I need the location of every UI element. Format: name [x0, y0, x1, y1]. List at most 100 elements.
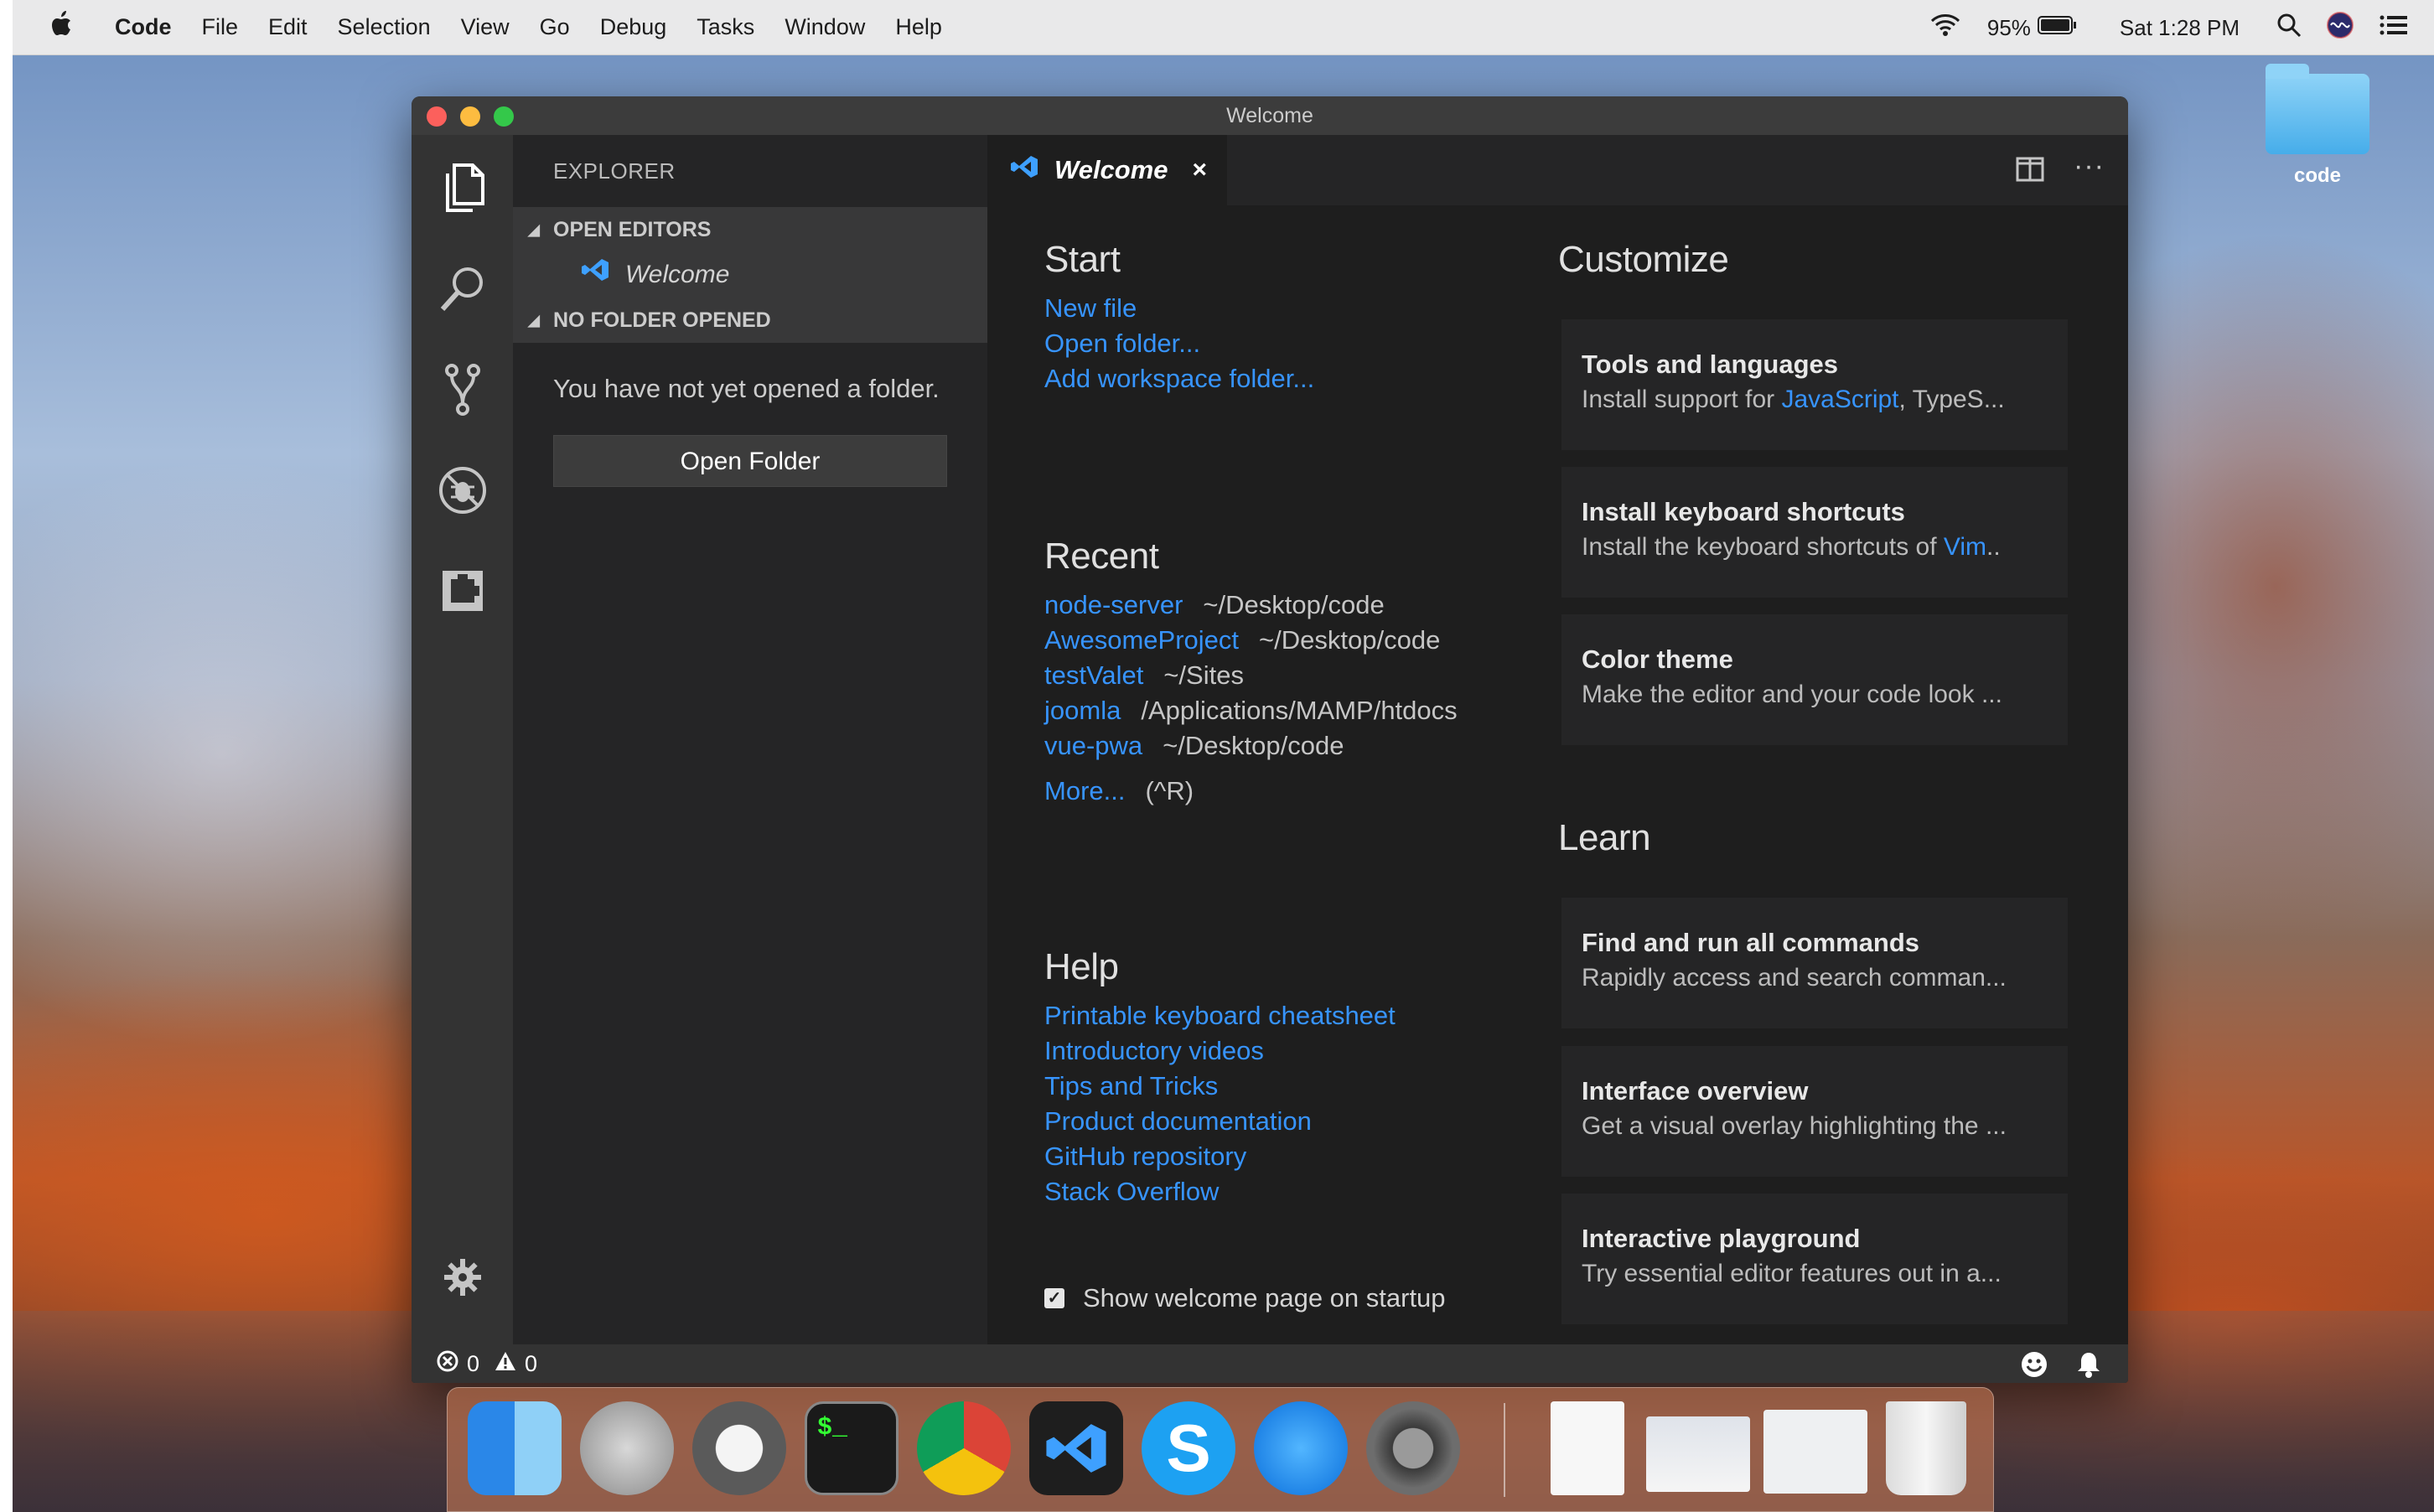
- menu-help[interactable]: Help: [895, 14, 942, 40]
- close-window-button[interactable]: [427, 106, 447, 127]
- open-folder-button[interactable]: Open Folder: [553, 435, 947, 487]
- xml-document-icon[interactable]: [1551, 1401, 1624, 1495]
- warning-count[interactable]: 0: [525, 1351, 537, 1377]
- card-description: Get a visual overlay highlighting the ..…: [1582, 1112, 2007, 1140]
- system-preferences-gear-icon[interactable]: [1366, 1401, 1460, 1495]
- menu-debug[interactable]: Debug: [600, 14, 667, 40]
- apple-menu-icon[interactable]: [48, 10, 73, 45]
- keyboard-cheatsheet-link[interactable]: Printable keyboard cheatsheet: [1044, 998, 1396, 1033]
- feedback-smiley-icon[interactable]: [2021, 1351, 2048, 1383]
- battery-icon[interactable]: [2037, 15, 2078, 41]
- vim-link[interactable]: Vim: [1944, 533, 1986, 561]
- card-description: Try essential editor features out in a..…: [1582, 1260, 2002, 1287]
- sequel-pro-elephant-icon[interactable]: [692, 1401, 786, 1495]
- zoom-window-button[interactable]: [494, 106, 514, 127]
- terminal-icon[interactable]: $_: [805, 1401, 899, 1495]
- introductory-videos-link[interactable]: Introductory videos: [1044, 1033, 1396, 1069]
- tips-and-tricks-link[interactable]: Tips and Tricks: [1044, 1069, 1396, 1104]
- customize-card-keyboard-shortcuts[interactable]: Install keyboard shortcuts Install the k…: [1561, 467, 2068, 598]
- show-on-startup-checkbox-row[interactable]: ✓ Show welcome page on startup: [1044, 1283, 1446, 1313]
- recent-item-name[interactable]: vue-pwa: [1044, 731, 1142, 760]
- warnings-icon[interactable]: [495, 1351, 516, 1377]
- battery-percent[interactable]: 95%: [1987, 15, 2031, 41]
- new-file-link[interactable]: New file: [1044, 291, 1314, 326]
- recent-item-name[interactable]: joomla: [1044, 696, 1121, 725]
- desktop-folder-code[interactable]: code: [2263, 64, 2372, 188]
- vscode-dock-icon[interactable]: [1029, 1401, 1123, 1495]
- github-repository-link[interactable]: GitHub repository: [1044, 1139, 1396, 1174]
- recent-item-name[interactable]: AwesomeProject: [1044, 625, 1239, 655]
- wifi-icon[interactable]: [1929, 13, 1962, 44]
- chrome-icon[interactable]: [917, 1401, 1011, 1495]
- screenshot-document-icon[interactable]: [1646, 1416, 1750, 1492]
- menu-app-name[interactable]: Code: [115, 14, 172, 40]
- collapse-triangle-icon[interactable]: ◢: [528, 207, 540, 252]
- menu-tasks[interactable]: Tasks: [697, 14, 754, 40]
- open-folder-link[interactable]: Open folder...: [1044, 326, 1314, 361]
- trash-icon[interactable]: [1886, 1401, 1966, 1495]
- start-heading: Start: [1044, 239, 1121, 280]
- recent-item-name[interactable]: node-server: [1044, 590, 1183, 619]
- siri-icon[interactable]: [2327, 11, 2354, 44]
- minimize-window-button[interactable]: [460, 106, 480, 127]
- card-title: Install keyboard shortcuts: [1582, 497, 1905, 526]
- extensions-icon[interactable]: [412, 541, 513, 641]
- menu-selection[interactable]: Selection: [338, 14, 431, 40]
- recent-item-path: ~/Desktop/code: [1163, 731, 1344, 760]
- debug-icon[interactable]: [412, 440, 513, 541]
- explorer-files-icon[interactable]: [412, 138, 513, 239]
- open-editor-item-welcome[interactable]: Welcome: [513, 252, 987, 298]
- show-on-startup-checkbox[interactable]: ✓: [1044, 1288, 1064, 1308]
- finder-icon[interactable]: [468, 1401, 562, 1495]
- recent-item[interactable]: vue-pwa ~/Desktop/code: [1044, 728, 1458, 764]
- card-desc-text: , TypeS...: [1898, 386, 2005, 413]
- tab-close-icon[interactable]: ×: [1192, 156, 1207, 184]
- recent-more[interactable]: More... (^R): [1044, 774, 1458, 809]
- javascript-link[interactable]: JavaScript: [1781, 386, 1898, 413]
- split-editor-icon[interactable]: [2016, 157, 2044, 186]
- search-icon[interactable]: [412, 239, 513, 339]
- settings-gear-icon[interactable]: [412, 1227, 513, 1328]
- recent-item[interactable]: joomla/Applications/MAMP/htdocs: [1044, 693, 1458, 728]
- app-store-icon[interactable]: [1254, 1401, 1348, 1495]
- dock: $_ S: [447, 1387, 1994, 1512]
- menu-edit[interactable]: Edit: [268, 14, 308, 40]
- mamp-document-icon[interactable]: [1763, 1410, 1867, 1494]
- menu-window[interactable]: Window: [785, 14, 865, 40]
- vscode-window: Welcome EXPLORER ◢ OPEN EDITORS Welcome: [412, 96, 2128, 1383]
- source-control-icon[interactable]: [412, 339, 513, 440]
- recent-more-link[interactable]: More...: [1044, 776, 1125, 805]
- product-documentation-link[interactable]: Product documentation: [1044, 1104, 1396, 1139]
- tab-bar: Welcome × ···: [987, 135, 2128, 205]
- no-folder-message: You have not yet opened a folder.: [553, 374, 940, 403]
- open-editors-section[interactable]: ◢ OPEN EDITORS: [513, 207, 987, 252]
- stack-overflow-link[interactable]: Stack Overflow: [1044, 1174, 1396, 1209]
- notification-center-icon[interactable]: [2379, 13, 2409, 43]
- spotlight-search-icon[interactable]: [2276, 13, 2302, 44]
- menu-file[interactable]: File: [202, 14, 239, 40]
- notifications-bell-icon[interactable]: [2076, 1351, 2101, 1383]
- recent-item[interactable]: AwesomeProject ~/Desktop/code: [1044, 623, 1458, 658]
- more-actions-icon[interactable]: ···: [2074, 150, 2105, 183]
- recent-item[interactable]: testValet ~/Sites: [1044, 658, 1458, 693]
- errors-icon[interactable]: [437, 1350, 458, 1378]
- menu-clock[interactable]: Sat 1:28 PM: [2120, 15, 2240, 41]
- recent-item-name[interactable]: testValet: [1044, 660, 1143, 690]
- menu-go[interactable]: Go: [540, 14, 570, 40]
- learn-card-interactive-playground[interactable]: Interactive playground Try essential edi…: [1561, 1194, 2068, 1324]
- card-title: Interface overview: [1582, 1076, 1809, 1106]
- error-count[interactable]: 0: [467, 1351, 479, 1377]
- skype-icon[interactable]: S: [1142, 1401, 1235, 1495]
- learn-card-interface-overview[interactable]: Interface overview Get a visual overlay …: [1561, 1046, 2068, 1177]
- collapse-triangle-icon[interactable]: ◢: [528, 298, 540, 343]
- add-workspace-folder-link[interactable]: Add workspace folder...: [1044, 361, 1314, 396]
- recent-item[interactable]: node-server ~/Desktop/code: [1044, 588, 1458, 623]
- no-folder-section[interactable]: ◢ NO FOLDER OPENED: [513, 298, 987, 343]
- customize-card-color-theme[interactable]: Color theme Make the editor and your cod…: [1561, 614, 2068, 745]
- vscode-file-icon: [580, 252, 610, 298]
- learn-card-find-commands[interactable]: Find and run all commands Rapidly access…: [1561, 898, 2068, 1028]
- launchpad-rocket-icon[interactable]: [580, 1401, 674, 1495]
- menu-view[interactable]: View: [461, 14, 510, 40]
- tab-welcome[interactable]: Welcome ×: [987, 135, 1227, 205]
- customize-card-tools-languages[interactable]: Tools and languages Install support for …: [1561, 319, 2068, 450]
